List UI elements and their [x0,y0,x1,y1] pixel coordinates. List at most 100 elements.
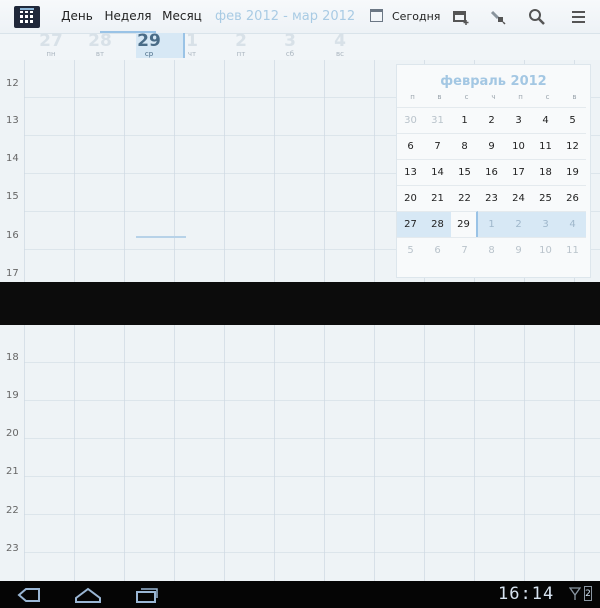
menu-icon[interactable] [570,8,588,26]
battery-level: 2 [585,589,591,599]
tab-week[interactable]: Неделя [100,0,156,33]
mini-month-day[interactable]: 18 [532,159,559,185]
hour-grid [24,325,600,581]
mini-month-day[interactable]: 11 [559,237,586,263]
mini-month-title[interactable]: февраль 2012 [397,74,590,89]
mini-month-day[interactable]: 19 [559,159,586,185]
mini-month-day[interactable]: 28 [424,211,451,237]
hour-label: 19 [6,390,19,401]
mini-month-weekday: п [518,93,523,101]
calendar-app-icon-grid [20,11,34,23]
day-of-week: пт [236,50,246,58]
day-number: 27 [39,31,63,51]
hour-label: 23 [6,543,19,554]
day-header-fri[interactable]: 2 пт [226,31,256,59]
menu-icon-bar [572,16,585,18]
day-header-sun[interactable]: 4 вс [325,31,355,59]
tab-day[interactable]: День [56,0,98,31]
mini-month-day[interactable]: 11 [532,133,559,159]
day-header-tue[interactable]: 28 вт [85,33,115,59]
day-of-week: ср [144,50,154,58]
mini-month-day[interactable]: 9 [478,133,505,159]
signal-icon [569,587,581,600]
day-of-week: чт [187,50,197,58]
status-clock[interactable]: 16:14 [498,584,554,604]
menu-icon-bar [572,21,585,23]
mini-month-calendar: февраль 2012 п в с ч п с в 30 31 1 2 3 4… [396,64,591,278]
day-of-week: вс [336,50,344,58]
hour-label: 18 [6,352,19,363]
hour-label: 22 [6,505,19,516]
mini-month-day[interactable]: 6 [424,237,451,263]
mini-month-day[interactable]: 22 [451,185,478,211]
day-header-thu[interactable]: 1 чт [177,31,207,59]
mini-month-weekday: п [410,93,415,101]
add-event-icon[interactable] [452,8,470,26]
hour-label: 16 [6,230,19,241]
hour-label: 12 [6,78,19,89]
mini-month-day[interactable]: 13 [397,159,424,185]
day-header-wed[interactable]: 29 ср [134,33,164,59]
mini-month-day-today[interactable]: 29 [451,211,478,237]
mini-month-day[interactable]: 4 [532,107,559,133]
day-of-week: вт [95,50,105,58]
mini-month-weekday: ч [491,93,496,101]
day-header-mon[interactable]: 27 пн [36,31,66,59]
home-icon[interactable] [74,586,102,604]
tab-month[interactable]: Месяц [158,0,206,31]
day-number: 4 [334,31,346,51]
mini-month-day[interactable]: 25 [532,185,559,211]
date-range-title: фев 2012 - мар 2012 [215,9,356,24]
calendar-today-icon [370,9,383,22]
mini-month-day[interactable]: 9 [505,237,532,263]
mini-month-day[interactable]: 21 [424,185,451,211]
mini-month-day[interactable]: 30 [397,107,424,133]
mini-month-day[interactable]: 3 [505,107,532,133]
mini-month-day[interactable]: 27 [397,211,424,237]
mini-month-day[interactable]: 10 [505,133,532,159]
screen-divider-band [0,282,600,325]
day-number: 2 [235,31,247,51]
mini-month-day[interactable]: 5 [397,237,424,263]
mini-month-day[interactable]: 31 [424,107,451,133]
hour-label: 17 [6,268,19,279]
mini-month-day[interactable]: 1 [478,211,505,237]
mini-month-day[interactable]: 4 [559,211,586,237]
mini-month-day[interactable]: 20 [397,185,424,211]
mini-month-day[interactable]: 17 [505,159,532,185]
today-button-label: Сегодня [392,10,441,23]
edit-icon[interactable] [489,8,507,26]
mini-month-day[interactable]: 6 [397,133,424,159]
mini-month-day[interactable]: 5 [559,107,586,133]
mini-month-day[interactable]: 14 [424,159,451,185]
day-of-week: пн [46,50,56,58]
recent-apps-icon[interactable] [134,586,160,604]
mini-month-day[interactable]: 10 [532,237,559,263]
mini-month-day[interactable]: 23 [478,185,505,211]
hour-label: 15 [6,191,19,202]
calendar-app-icon[interactable] [14,6,40,28]
week-day-header: 27 пн 28 вт 29 ср 1 чт 2 пт 3 сб 4 вс [0,31,600,59]
mini-month-day[interactable]: 7 [424,133,451,159]
mini-month-day[interactable]: 2 [478,107,505,133]
week-grid-lower[interactable]: 18 19 20 21 22 23 [0,325,600,581]
mini-month-day[interactable]: 15 [451,159,478,185]
search-icon[interactable] [528,8,546,26]
mini-month-day[interactable]: 16 [478,159,505,185]
day-header-sat[interactable]: 3 сб [275,33,305,59]
back-icon[interactable] [16,586,42,604]
mini-month-day[interactable]: 2 [505,211,532,237]
mini-month-day[interactable]: 26 [559,185,586,211]
action-bar: День Неделя Месяц фев 2012 - мар 2012 Се… [0,0,600,34]
mini-month-weekday: в [437,93,442,101]
day-number: 1 [186,31,198,51]
mini-month-day[interactable]: 7 [451,237,478,263]
calendar-app-icon-header [20,8,34,10]
mini-month-day[interactable]: 3 [532,211,559,237]
mini-month-day[interactable]: 24 [505,185,532,211]
mini-month-day[interactable]: 12 [559,133,586,159]
mini-month-day[interactable]: 8 [478,237,505,263]
mini-month-day[interactable]: 1 [451,107,478,133]
mini-month-day[interactable]: 8 [451,133,478,159]
mini-month-weekday: с [464,93,469,101]
